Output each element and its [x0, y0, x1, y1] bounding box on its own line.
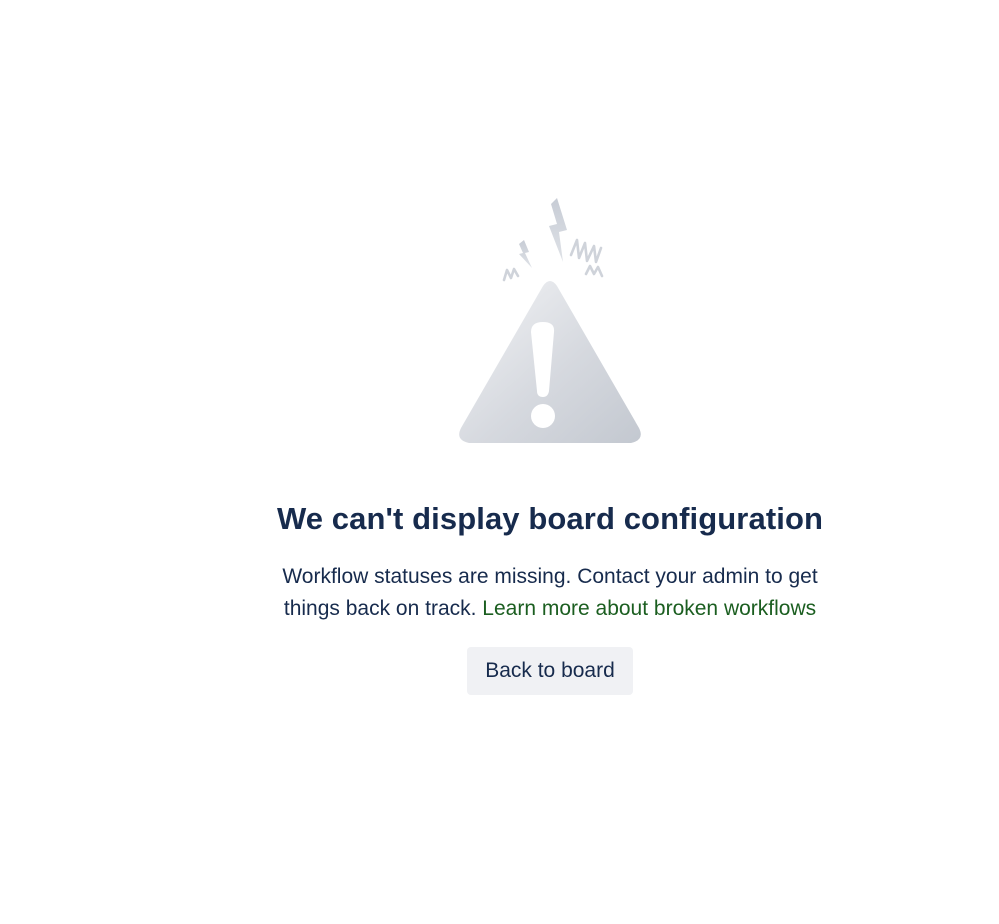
back-to-board-button[interactable]: Back to board	[467, 647, 633, 696]
warning-triangle-icon	[459, 198, 641, 443]
learn-more-link[interactable]: Learn more about broken workflows	[482, 597, 816, 620]
empty-state: We can't display board configuration Wor…	[250, 190, 850, 696]
squiggle-icon	[502, 238, 604, 282]
page-title: We can't display board configuration	[276, 501, 824, 536]
lightning-bolt-icon	[519, 198, 567, 268]
error-description: Workflow statuses are missing. Contact y…	[260, 561, 840, 625]
page: We can't display board configuration Wor…	[0, 0, 999, 924]
